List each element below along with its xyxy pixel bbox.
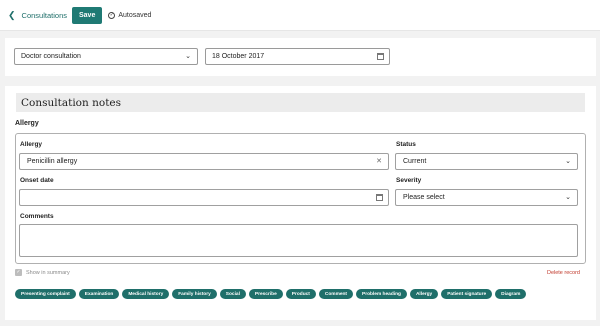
calendar-icon <box>376 194 383 201</box>
chip-problem-heading[interactable]: Problem heading <box>356 289 407 299</box>
section-chip-bar: Presenting complaint Examination Medical… <box>15 289 527 299</box>
autosaved-label: Autosaved <box>118 11 152 19</box>
chevron-left-icon: ❮ <box>8 9 16 20</box>
autosaved-status: ✓ Autosaved <box>108 11 152 19</box>
delete-record-link[interactable]: Delete record <box>547 270 580 276</box>
consultation-date-input[interactable]: 18 October 2017 <box>205 48 390 65</box>
back-label: Consultations <box>21 10 67 20</box>
chip-examination[interactable]: Examination <box>78 289 120 299</box>
chip-comment[interactable]: Comment <box>318 289 354 299</box>
chip-product[interactable]: Product <box>285 289 316 299</box>
status-field-label: Status <box>396 141 416 148</box>
severity-select[interactable]: Please select ⌄ <box>395 189 578 206</box>
chip-prescribe[interactable]: Prescribe <box>248 289 283 299</box>
allergy-section-title: Allergy <box>15 120 39 127</box>
save-button[interactable]: Save <box>72 6 103 24</box>
calendar-icon <box>377 53 384 60</box>
checkbox-check-icon: ✓ <box>15 269 22 276</box>
severity-value: Please select <box>403 194 445 201</box>
chip-social[interactable]: Social <box>219 289 246 299</box>
consultation-header-panel: Doctor consultation ⌄ 18 October 2017 <box>5 38 596 76</box>
chip-allergy[interactable]: Allergy <box>409 289 439 299</box>
chip-diagram[interactable]: Diagram <box>495 289 527 299</box>
chevron-down-icon: ⌄ <box>185 53 191 60</box>
onset-date-input[interactable] <box>19 189 389 206</box>
show-in-summary-label: Show in summary <box>26 269 70 276</box>
severity-field-label: Severity <box>396 177 422 184</box>
allergy-input-value: Penicillin allergy <box>27 158 78 165</box>
chevron-down-icon: ⌄ <box>565 194 571 201</box>
chip-family-history[interactable]: Family history <box>172 289 217 299</box>
chip-presenting-complaint[interactable]: Presenting complaint <box>15 289 76 299</box>
consultation-type-select[interactable]: Doctor consultation ⌄ <box>14 48 198 65</box>
consultation-type-value: Doctor consultation <box>21 53 81 60</box>
status-select[interactable]: Current ⌄ <box>395 153 578 170</box>
chip-patient-signature[interactable]: Patient signature <box>441 289 493 299</box>
allergy-input[interactable]: Penicillin allergy ✕ <box>19 153 389 170</box>
onset-date-field-label: Onset date <box>20 177 54 184</box>
status-value: Current <box>403 158 427 165</box>
check-circle-icon: ✓ <box>108 11 116 19</box>
back-to-consultations-link[interactable]: ❮ Consultations <box>8 10 67 21</box>
consultation-notes-panel: Consultation notes Allergy Allergy Penic… <box>5 86 596 320</box>
clear-icon[interactable]: ✕ <box>376 157 382 165</box>
consultation-date-value: 18 October 2017 <box>212 53 265 60</box>
comments-textarea[interactable] <box>19 224 578 257</box>
allergy-record-card: Allergy Penicillin allergy ✕ Status Curr… <box>15 133 586 264</box>
comments-field-label: Comments <box>20 213 54 220</box>
chevron-down-icon: ⌄ <box>565 158 571 165</box>
chip-medical-history[interactable]: Medical history <box>122 289 170 299</box>
top-toolbar: ❮ Consultations Save ✓ Autosaved <box>0 0 600 31</box>
consultation-notes-title: Consultation notes <box>16 93 585 112</box>
allergy-field-label: Allergy <box>20 141 43 148</box>
show-in-summary-checkbox[interactable]: ✓ Show in summary <box>15 269 70 276</box>
